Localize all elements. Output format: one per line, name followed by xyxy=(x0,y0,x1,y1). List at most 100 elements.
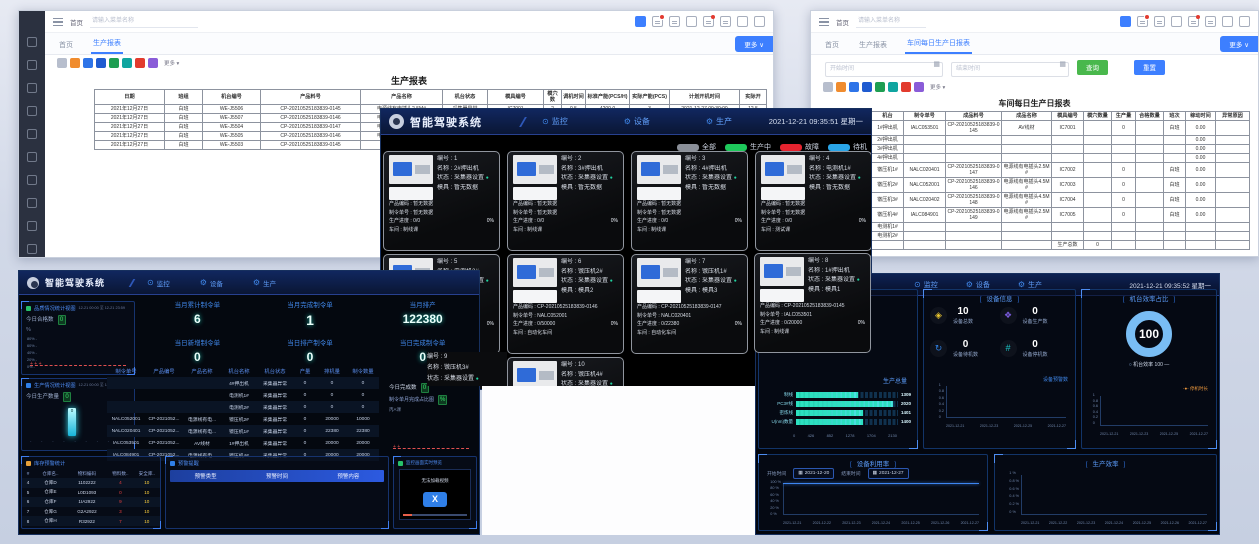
nav-item[interactable]: ⚙生产 xyxy=(253,278,276,288)
table-row[interactable]: 镦压机4#IALC084901CP-20210525183839-0149电源线… xyxy=(822,208,1250,223)
menu-toggle-icon[interactable] xyxy=(53,18,63,26)
export-icon[interactable] xyxy=(652,16,663,27)
export-icon[interactable] xyxy=(875,82,885,92)
nav-item[interactable]: ⊙监控 xyxy=(914,280,938,290)
export-icon[interactable] xyxy=(849,82,859,92)
columns-icon[interactable] xyxy=(1205,16,1216,27)
more-button[interactable]: 更多 ∨ xyxy=(1220,36,1258,52)
export-icon[interactable] xyxy=(135,58,145,68)
tab[interactable]: 生产报表 xyxy=(857,36,889,54)
calendar-icon[interactable]: ▦ xyxy=(1059,60,1066,68)
export-icon[interactable] xyxy=(862,82,872,92)
export-icon[interactable] xyxy=(57,58,67,68)
tab[interactable]: 生产报表 xyxy=(91,34,123,54)
toolbar-more[interactable]: 更多 ▾ xyxy=(930,83,945,91)
video-close-button[interactable]: X xyxy=(423,492,447,507)
print-icon[interactable] xyxy=(1154,16,1165,27)
nav-item[interactable]: ⚙设备 xyxy=(966,280,990,290)
sidebar-icon[interactable] xyxy=(27,37,37,47)
end-time-input[interactable] xyxy=(951,62,1069,77)
table-row[interactable]: 7仓库GG2A2922310 xyxy=(22,507,160,517)
toolbar-more[interactable]: 更多 ▾ xyxy=(164,59,179,67)
export-icon[interactable] xyxy=(83,58,93,68)
print-icon[interactable] xyxy=(669,16,680,27)
table-row[interactable]: 2021-12-27 00:00:001#押出机IALC053501CP-202… xyxy=(822,121,1250,136)
machine-card[interactable]: 编号 : 4 名称 : 电测机1# 状态 : 采集器设置 ● 模具 : 暂无数据… xyxy=(755,151,872,251)
table-row[interactable]: 电测机1# xyxy=(822,223,1250,232)
edit-icon[interactable] xyxy=(754,16,765,27)
sidebar-icon[interactable] xyxy=(27,175,37,185)
calendar-icon[interactable]: ▦ xyxy=(933,60,940,68)
table-row[interactable]: 电测机2# xyxy=(822,232,1250,241)
table-row[interactable]: 4仓库D1102222410 xyxy=(22,478,160,488)
nav-item[interactable]: ⊙监控 xyxy=(147,278,170,288)
video-progress-bar[interactable] xyxy=(403,514,467,516)
home-breadcrumb[interactable]: 首页 xyxy=(836,17,849,27)
notification-icon[interactable] xyxy=(1188,16,1199,27)
table-row[interactable]: IALC053501CP-2021052...AV线材1#押出机采集器异常020… xyxy=(107,437,379,449)
table-row[interactable]: 3#押出机0.00 xyxy=(822,145,1250,154)
table-row[interactable]: 4#押出机采集器异常000 xyxy=(107,377,379,389)
table-row[interactable]: 镦压机3#NALC020402CP-20210525183839-0148电源线… xyxy=(822,193,1250,208)
machine-card[interactable]: 编号 : 2 名称 : 3#押出机 状态 : 采集器设置 ● 模具 : 暂无数据… xyxy=(507,151,624,251)
sidebar-icon[interactable] xyxy=(27,244,37,254)
sidebar-icon[interactable] xyxy=(27,106,37,116)
export-icon[interactable] xyxy=(836,82,846,92)
sidebar-icon[interactable] xyxy=(27,221,37,231)
notification-icon[interactable] xyxy=(703,16,714,27)
sidebar-icon[interactable] xyxy=(27,60,37,70)
export-icon[interactable] xyxy=(914,82,924,92)
table-row[interactable]: NALC020401CP-2021052...电源线有电...镦压机1#采集器异… xyxy=(107,425,379,437)
home-breadcrumb[interactable]: 首页 xyxy=(70,17,83,27)
sidebar-icon[interactable] xyxy=(27,129,37,139)
more-button[interactable]: 更多 ∨ xyxy=(735,36,773,52)
table-row[interactable]: 8仓库HR32922710 xyxy=(22,516,160,526)
device-warning-link[interactable]: 设备预警数 xyxy=(1043,376,1068,383)
export-icon[interactable] xyxy=(1137,16,1148,27)
export-icon[interactable] xyxy=(122,58,132,68)
columns-icon[interactable] xyxy=(720,16,731,27)
export-icon[interactable] xyxy=(888,82,898,92)
machine-card[interactable]: 编号 : 3 名称 : 4#押出机 状态 : 采集器设置 ● 模具 : 暂无数据… xyxy=(631,151,748,251)
table-row[interactable]: 2#押出机0.00 xyxy=(822,136,1250,145)
machine-card[interactable]: 编号 : 8 名称 : 1#押出机 状态 : 采集器设置 ● 模具 : 模具1 … xyxy=(754,253,871,353)
menu-search-input[interactable] xyxy=(90,15,198,28)
table-row[interactable]: 生产总数0 xyxy=(822,241,1250,250)
table-row[interactable]: 电测机1#采集器异常000 xyxy=(107,389,379,401)
reset-button[interactable]: 重置 xyxy=(1134,60,1165,75)
machine-card[interactable]: 编号 : 6 名称 : 镦压机2# 状态 : 采集器设置 ● 模具 : 模具2 … xyxy=(507,254,624,354)
table-row[interactable]: NALC052001CP-2021052...电源线有电...镦压机2#采集器异… xyxy=(107,413,379,425)
tab[interactable]: 首页 xyxy=(823,36,841,54)
sidebar-icon[interactable] xyxy=(27,83,37,93)
start-date-input[interactable]: ▦2021-12-20 xyxy=(793,468,834,479)
export-icon[interactable] xyxy=(70,58,80,68)
machine-card[interactable]: 编号 : 1 名称 : 2#押出机 状态 : 采集器设置 ● 模具 : 暂无数据… xyxy=(383,151,500,251)
menu-search-input[interactable] xyxy=(856,15,926,28)
machine-card[interactable]: 编号 : 7 名称 : 镦压机1# 状态 : 采集器设置 ● 模具 : 模具3 … xyxy=(631,254,748,354)
flag-icon[interactable] xyxy=(1171,16,1182,27)
menu-toggle-icon[interactable] xyxy=(819,18,829,26)
table-row[interactable]: 6仓库F1IA2922910 xyxy=(22,497,160,507)
fullscreen-icon[interactable] xyxy=(1222,16,1233,27)
export-icon[interactable] xyxy=(109,58,119,68)
export-icon[interactable] xyxy=(823,82,833,92)
table-row[interactable]: 电测机2#采集器异常000 xyxy=(107,401,379,413)
tab[interactable]: 首页 xyxy=(57,36,75,54)
table-row[interactable]: 镦压机1#NALC020401CP-20210525183839-0147电源线… xyxy=(822,163,1250,178)
nav-item[interactable]: ⚙设备 xyxy=(200,278,223,288)
search-button[interactable]: 查询 xyxy=(1077,60,1108,75)
export-icon[interactable] xyxy=(901,82,911,92)
flag-icon[interactable] xyxy=(686,16,697,27)
export-icon[interactable] xyxy=(96,58,106,68)
fullscreen-icon[interactable] xyxy=(737,16,748,27)
table-row[interactable]: 4#押出机0.00 xyxy=(822,154,1250,163)
end-date-input[interactable]: ▦2021-12-27 xyxy=(868,468,909,479)
start-time-input[interactable] xyxy=(825,62,943,77)
tab[interactable]: 车间每日生产日报表 xyxy=(905,34,972,54)
nav-item[interactable]: ⚙生产 xyxy=(1018,280,1042,290)
apps-icon[interactable] xyxy=(635,16,646,27)
export-icon[interactable] xyxy=(148,58,158,68)
sidebar-icon[interactable] xyxy=(27,152,37,162)
table-row[interactable]: 5仓库EL0D1093010 xyxy=(22,488,160,498)
sidebar-icon[interactable] xyxy=(27,198,37,208)
